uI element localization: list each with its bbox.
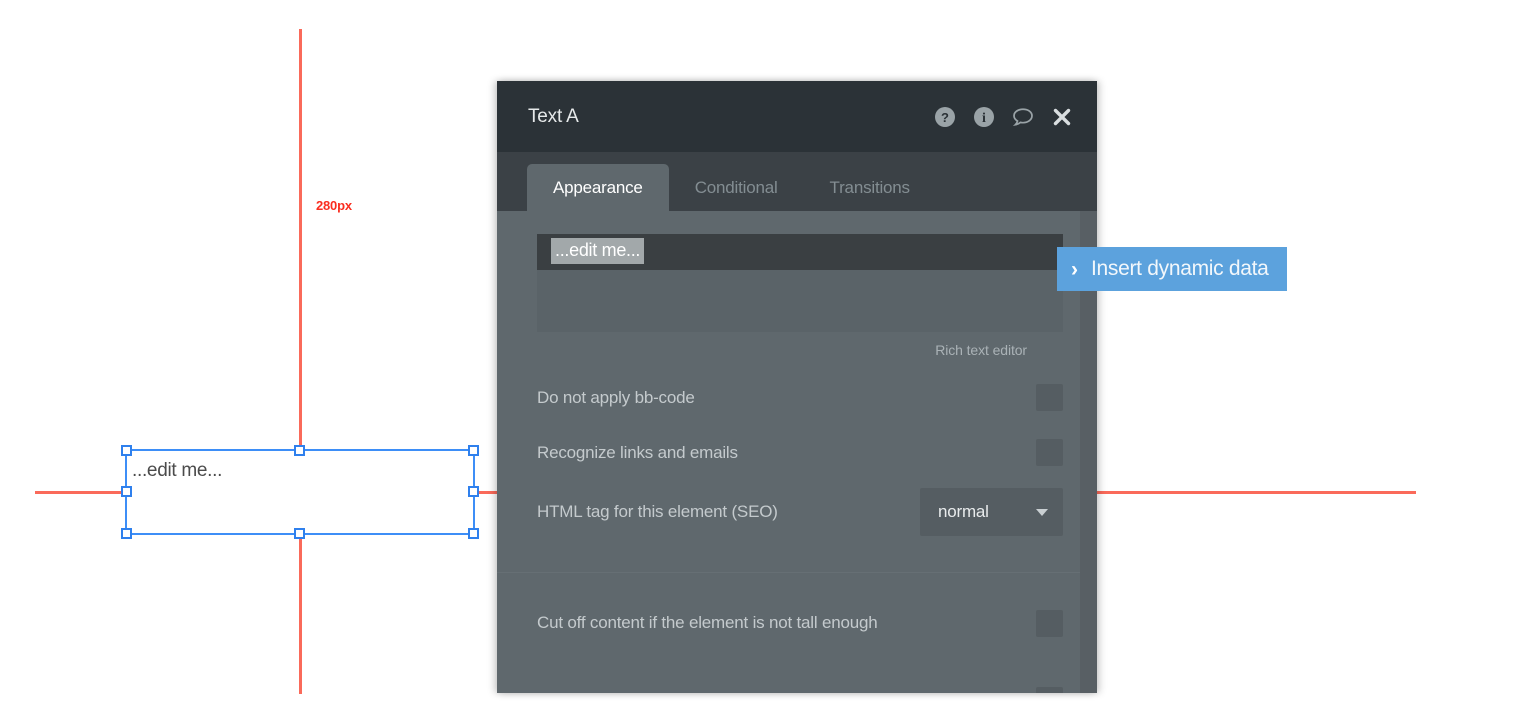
guide-distance-label: 280px bbox=[316, 198, 352, 213]
checkbox-do-not-apply-bb-code[interactable] bbox=[1036, 384, 1063, 411]
svg-text:i: i bbox=[982, 111, 986, 126]
resize-handle-top-left[interactable] bbox=[121, 445, 132, 456]
resize-handle-bottom-right[interactable] bbox=[468, 528, 479, 539]
resize-handle-middle-left[interactable] bbox=[121, 486, 132, 497]
chevron-right-icon: › bbox=[1071, 257, 1078, 281]
row-cut-off-content: Cut off content if the element is not ta… bbox=[497, 573, 1097, 673]
selected-element-text: ...edit me... bbox=[132, 460, 223, 481]
selected-text-element[interactable]: ...edit me... bbox=[121, 445, 479, 539]
row-recognize-links-emails: Recognize links and emails bbox=[497, 425, 1097, 480]
tab-conditional[interactable]: Conditional bbox=[669, 164, 804, 211]
panel-body: ...edit me... Rich text editor Do not ap… bbox=[497, 211, 1097, 693]
row-next-partial bbox=[497, 673, 1097, 693]
resize-handle-bottom-center[interactable] bbox=[294, 528, 305, 539]
tab-transitions[interactable]: Transitions bbox=[804, 164, 936, 211]
dropdown-html-tag-value: normal bbox=[938, 502, 989, 521]
panel-header-actions: ? i bbox=[934, 106, 1073, 128]
row-label-recognize-links: Recognize links and emails bbox=[537, 442, 738, 462]
rich-text-editor-caption: Rich text editor bbox=[935, 342, 1027, 358]
vertical-alignment-guide bbox=[299, 29, 302, 694]
help-icon[interactable]: ? bbox=[934, 106, 956, 128]
checkbox-next-partial[interactable] bbox=[1036, 687, 1063, 693]
row-html-tag-seo: HTML tag for this element (SEO) normal bbox=[497, 480, 1097, 544]
checkbox-cut-off-content[interactable] bbox=[1036, 609, 1063, 637]
close-icon[interactable] bbox=[1051, 106, 1073, 128]
resize-handle-bottom-left[interactable] bbox=[121, 528, 132, 539]
insert-dynamic-data-label: Insert dynamic data bbox=[1091, 257, 1269, 280]
row-do-not-apply-bb-code: Do not apply bb-code bbox=[497, 370, 1097, 425]
row-label-html-tag: HTML tag for this element (SEO) bbox=[537, 502, 778, 521]
element-property-panel: Text A ? i Appearance Conditional Transi… bbox=[497, 81, 1097, 693]
row-label-cut-off-content: Cut off content if the element is not ta… bbox=[537, 613, 878, 632]
rich-text-editor-section: ...edit me... Rich text editor bbox=[497, 211, 1097, 358]
info-icon[interactable]: i bbox=[973, 106, 995, 128]
checkbox-recognize-links-and-emails[interactable] bbox=[1036, 439, 1063, 466]
resize-handle-top-center[interactable] bbox=[294, 445, 305, 456]
chevron-down-icon bbox=[1036, 508, 1048, 516]
insert-dynamic-data-button[interactable]: › Insert dynamic data bbox=[1057, 247, 1287, 291]
rich-text-editor[interactable]: ...edit me... bbox=[537, 234, 1063, 332]
svg-text:?: ? bbox=[941, 110, 949, 125]
comment-icon[interactable] bbox=[1012, 106, 1034, 128]
resize-handle-middle-right[interactable] bbox=[468, 486, 479, 497]
dropdown-html-tag[interactable]: normal bbox=[920, 488, 1063, 536]
editor-selected-text[interactable]: ...edit me... bbox=[551, 238, 645, 264]
panel-header: Text A ? i bbox=[497, 81, 1097, 152]
panel-title: Text A bbox=[528, 105, 579, 127]
resize-handle-top-right[interactable] bbox=[468, 445, 479, 456]
row-label-bb-code: Do not apply bb-code bbox=[537, 387, 695, 407]
tab-appearance[interactable]: Appearance bbox=[527, 164, 669, 211]
panel-tab-bar: Appearance Conditional Transitions bbox=[497, 152, 1097, 211]
